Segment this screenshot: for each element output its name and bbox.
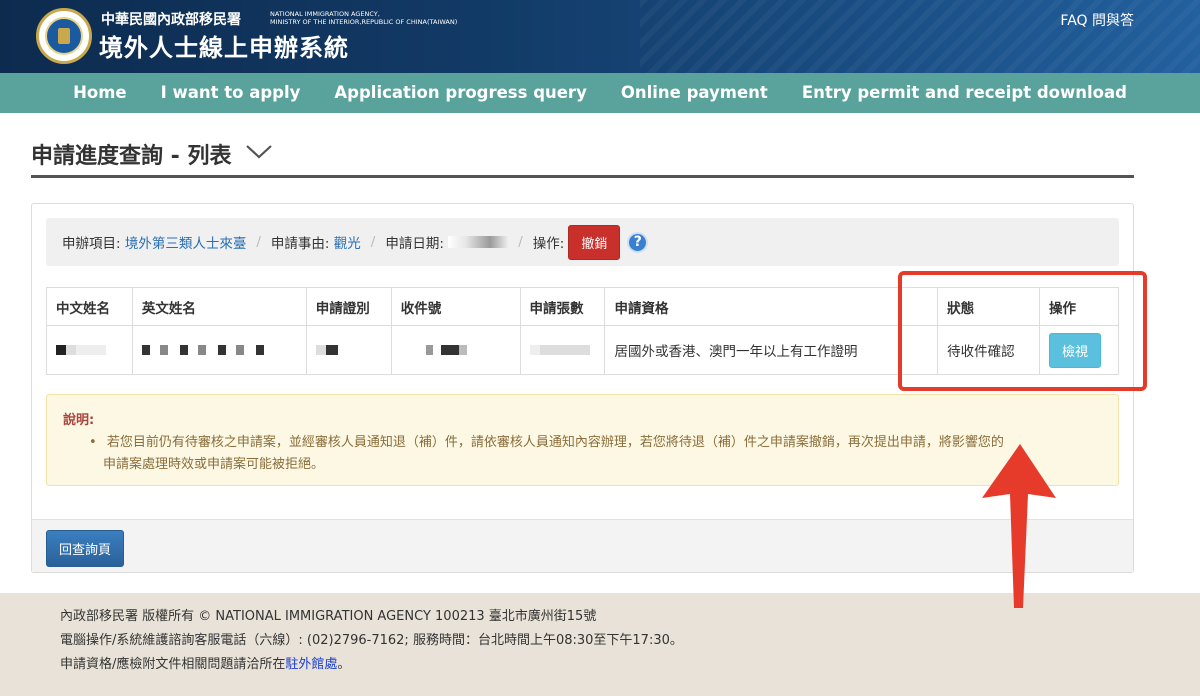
overseas-mission-link[interactable]: 駐外館處 [285,657,337,672]
table-header-row: 中文姓名 英文姓名 申請證別 收件號 申請張數 申請資格 狀態 操作 [46,287,1120,326]
item-label: 申辦項目: [62,236,121,252]
col-header-status: 狀態 [937,287,1040,326]
redacted-text [400,345,481,355]
page-title-bar: 申請進度查詢 - 列表 [31,138,1134,178]
footer-copyright: 內政部移民署 版權所有 © NATIONAL IMMIGRATION AGENC… [60,609,597,624]
separator: / [256,234,261,250]
redacted-date [448,236,509,248]
notice-line2: 申請案處理時效或申請案可能被拒絕。 [103,457,325,472]
item-value: 境外第三類人士來臺 [124,236,247,252]
help-icon[interactable]: ? [627,231,649,253]
chevron-down-icon[interactable] [245,144,273,160]
agency-name-en: NATIONAL IMMIGRATION AGENCY, MINISTRY OF… [270,10,457,26]
cell-english-name [131,325,307,375]
faq-link[interactable]: FAQ 問與答 [1060,10,1134,30]
notice-box: 說明: 若您目前仍有待審核之申請案，並經審核人員通知退（補）件，請依審核人員通知… [46,394,1119,486]
cell-status: 待收件確認 [937,325,1040,375]
site-header: 中華民國內政部移民署 NATIONAL IMMIGRATION AGENCY, … [0,0,1200,73]
view-button[interactable]: 檢視 [1048,332,1101,368]
cell-copies [519,325,606,375]
cell-chinese-name [46,325,133,375]
panel-footer: 回查詢頁 [32,519,1133,572]
cell-receipt-no [390,325,521,375]
separator: / [370,234,376,250]
col-header-qualification: 申請資格 [604,287,939,326]
redacted-text [529,345,590,355]
application-table: 中文姓名 英文姓名 申請證別 收件號 申請張數 申請資格 狀態 操作 居國外或香… [46,287,1120,375]
main-nav: Home I want to apply Application progres… [0,73,1200,113]
date-label: 申請日期: [385,236,444,252]
col-header-receipt-no: 收件號 [390,287,521,326]
footer-contact-text: 申請資格/應檢附文件相關問題請洽所在 [60,657,286,672]
footer-contact-suffix: 。 [337,657,351,672]
cell-permit-type [305,325,392,375]
nav-online-payment[interactable]: Online payment [604,73,785,113]
notice-item: 若您目前仍有待審核之申請案，並經審核人員通知退（補）件，請依審核人員通知內容辦理… [63,432,1102,476]
query-result-panel: 申辦項目: 境外第三類人士來臺 / 申請事由: 觀光 / 申請日期: / 操作:… [31,203,1134,573]
col-header-action: 操作 [1038,287,1120,326]
col-header-english-name: 英文姓名 [131,287,307,326]
page-title: 申請進度查詢 - 列表 [31,144,232,169]
agency-name-en-line1: NATIONAL IMMIGRATION AGENCY, [270,10,380,18]
agency-name-en-line2: MINISTRY OF THE INTERIOR,REPUBLIC OF CHI… [270,18,458,26]
system-title: 境外人士線上申辦系統 [99,34,349,62]
site-footer: 內政部移民署 版權所有 © NATIONAL IMMIGRATION AGENC… [0,593,1200,696]
reason-label: 申請事由: [270,236,330,252]
col-header-copies: 申請張數 [519,287,606,326]
nav-application-progress-query[interactable]: Application progress query [317,73,603,113]
nav-home[interactable]: Home [56,73,144,113]
notice-line1: 若您目前仍有待審核之申請案，並經審核人員通知退（補）件，請依審核人員通知內容辦理… [106,435,1004,450]
col-header-chinese-name: 中文姓名 [46,287,133,326]
redacted-text [56,345,106,355]
action-label: 操作: [532,236,565,252]
nav-i-want-to-apply[interactable]: I want to apply [144,73,318,113]
agency-logo-icon[interactable] [36,8,92,64]
redacted-text [315,345,366,355]
cell-action: 檢視 [1038,325,1120,375]
notice-title: 說明: [63,413,95,428]
nav-entry-permit-download[interactable]: Entry permit and receipt download [785,73,1144,113]
separator: / [518,234,523,250]
agency-name-zh: 中華民國內政部移民署 [101,12,241,28]
revoke-button[interactable]: 撤銷 [568,224,621,260]
reason-value: 觀光 [333,236,361,252]
redacted-text [141,345,272,355]
footer-service-phone: 電腦操作/系統維護諮詢客服電話（六線）: (02)2796-7162; 服務時間… [60,633,683,648]
table-row: 居國外或香港、澳門一年以上有工作證明 待收件確認 檢視 [46,325,1120,375]
cell-qualification: 居國外或香港、澳門一年以上有工作證明 [604,325,939,375]
application-info-bar: 申辦項目: 境外第三類人士來臺 / 申請事由: 觀光 / 申請日期: / 操作:… [46,218,1119,266]
footer-contact: 申請資格/應檢附文件相關問題請洽所在駐外館處。 [60,653,1200,677]
col-header-permit-type: 申請證別 [305,287,392,326]
back-to-query-button[interactable]: 回查詢頁 [46,530,125,567]
